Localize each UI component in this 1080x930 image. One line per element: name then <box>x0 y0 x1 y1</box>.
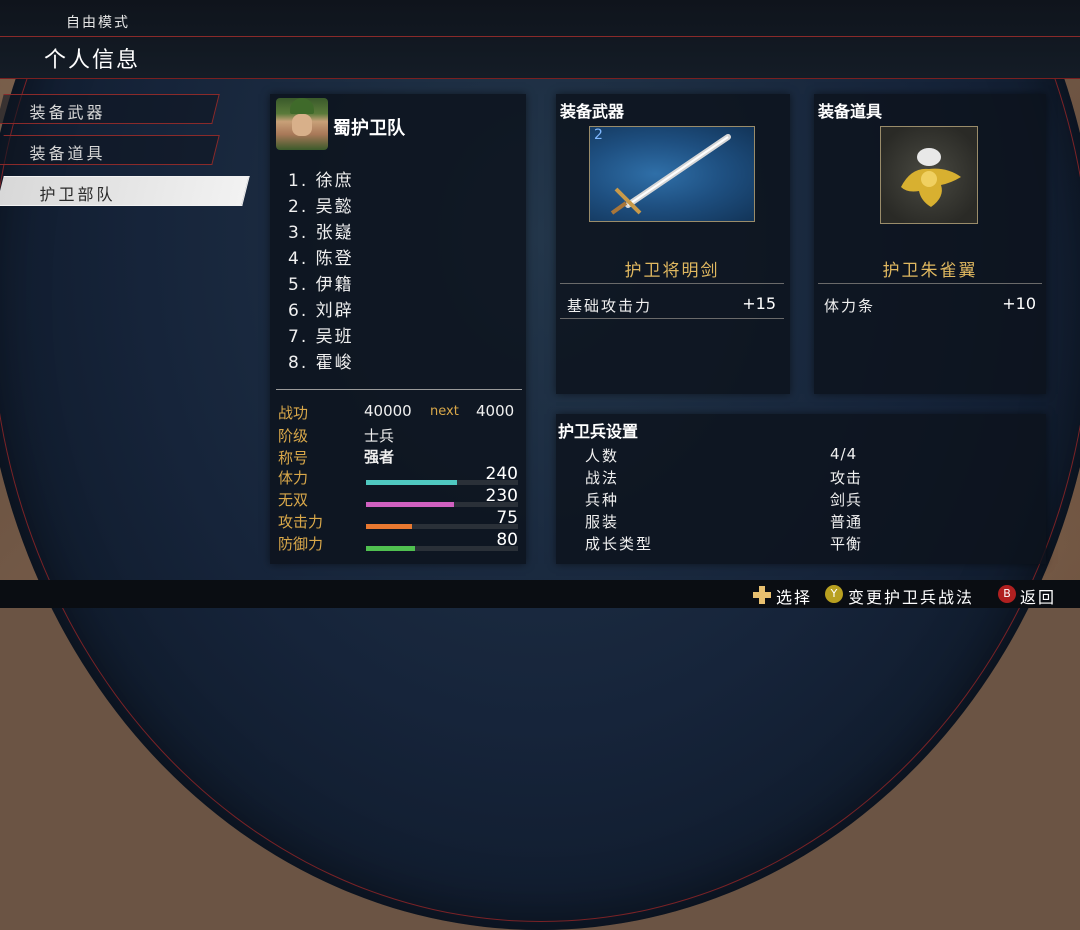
b-button-icon[interactable]: B <box>998 585 1016 603</box>
musou-label: 无双 <box>278 491 309 509</box>
merit-value: 40000 <box>364 402 412 420</box>
merit-label: 战功 <box>278 404 309 422</box>
setting-value: 4/4 <box>830 445 858 463</box>
weapon-divider <box>560 283 784 284</box>
guard-settings-title: 护卫兵设置 <box>558 422 639 441</box>
member-item: 4. 陈登 <box>288 249 354 269</box>
weapon-name: 护卫将明剑 <box>624 261 720 281</box>
unit-name: 蜀护卫队 <box>333 118 405 139</box>
phoenix-wing-icon <box>901 148 961 207</box>
defense-label: 防御力 <box>278 535 324 553</box>
page-title: 个人信息 <box>44 48 141 73</box>
rank-label: 阶级 <box>278 427 309 445</box>
header-bar <box>0 0 1080 79</box>
member-item: 6. 刘辟 <box>288 301 354 321</box>
member-item: 2. 吴懿 <box>288 197 354 217</box>
setting-key: 服装 <box>585 513 620 531</box>
member-item: 5. 伊籍 <box>288 275 354 295</box>
item-divider <box>818 283 1042 284</box>
dpad-icon <box>753 586 771 604</box>
hint-select: 选择 <box>776 588 813 607</box>
setting-value: 普通 <box>830 513 863 531</box>
weapon-attr-value: +15 <box>742 294 776 313</box>
nav-item-label: 装备道具 <box>29 144 106 163</box>
member-item: 3. 张嶷 <box>288 223 354 243</box>
musou-bar-fill <box>366 502 455 507</box>
member-item: 8. 霍峻 <box>288 353 354 373</box>
nav-item-guard[interactable]: 护卫部队 <box>0 176 250 206</box>
attack-label: 攻击力 <box>278 513 324 531</box>
defense-bar-fill <box>366 546 415 551</box>
hp-bar-fill <box>366 480 458 485</box>
setting-value: 剑兵 <box>830 491 863 509</box>
defense-bar <box>366 546 518 551</box>
nav-item-label: 装备武器 <box>29 103 106 122</box>
header-divider <box>0 36 1080 37</box>
unit-divider <box>276 389 522 390</box>
setting-key: 战法 <box>585 469 620 487</box>
hp-bar <box>366 480 518 485</box>
mode-label: 自由模式 <box>66 15 130 31</box>
weapon-attr-name: 基础攻击力 <box>567 297 653 315</box>
setting-value[interactable]: 攻击 <box>830 467 862 488</box>
weapon-level: 2 <box>594 127 603 143</box>
item-attr-name: 体力条 <box>824 297 876 315</box>
member-item: 7. 吴班 <box>288 327 354 347</box>
hint-change-tactic[interactable]: 变更护卫兵战法 <box>848 584 974 608</box>
member-item: 1. 徐庶 <box>288 171 354 191</box>
attack-bar-fill <box>366 524 412 529</box>
item-image[interactable] <box>880 126 978 224</box>
item-name: 护卫朱雀翼 <box>882 261 978 281</box>
sword-icon <box>610 134 731 215</box>
setting-key: 成长类型 <box>585 535 654 553</box>
setting-value: 平衡 <box>830 535 863 553</box>
nav-item-label: 护卫部队 <box>39 185 116 204</box>
setting-key: 人数 <box>585 447 620 465</box>
weapon-image[interactable]: 2 <box>589 126 755 222</box>
setting-key: 兵种 <box>585 491 620 509</box>
nav-item-item[interactable]: 装备道具 <box>0 135 220 165</box>
title-value: 强者 <box>364 448 395 466</box>
title-label: 称号 <box>278 449 309 467</box>
attack-bar <box>366 524 518 529</box>
weapon-section-title: 装备武器 <box>560 102 625 121</box>
hp-label: 体力 <box>278 469 309 487</box>
y-button-icon[interactable]: Y <box>825 585 843 603</box>
item-section-title: 装备道具 <box>818 102 883 121</box>
unit-avatar <box>276 98 328 150</box>
next-label: next <box>430 404 459 419</box>
hint-back[interactable]: 返回 <box>1020 584 1056 608</box>
musou-bar <box>366 502 518 507</box>
rank-value: 士兵 <box>364 427 395 445</box>
nav-item-weapon[interactable]: 装备武器 <box>0 94 220 124</box>
weapon-divider <box>560 318 784 319</box>
next-value: 4000 <box>476 402 515 420</box>
item-attr-value: +10 <box>1002 294 1036 313</box>
